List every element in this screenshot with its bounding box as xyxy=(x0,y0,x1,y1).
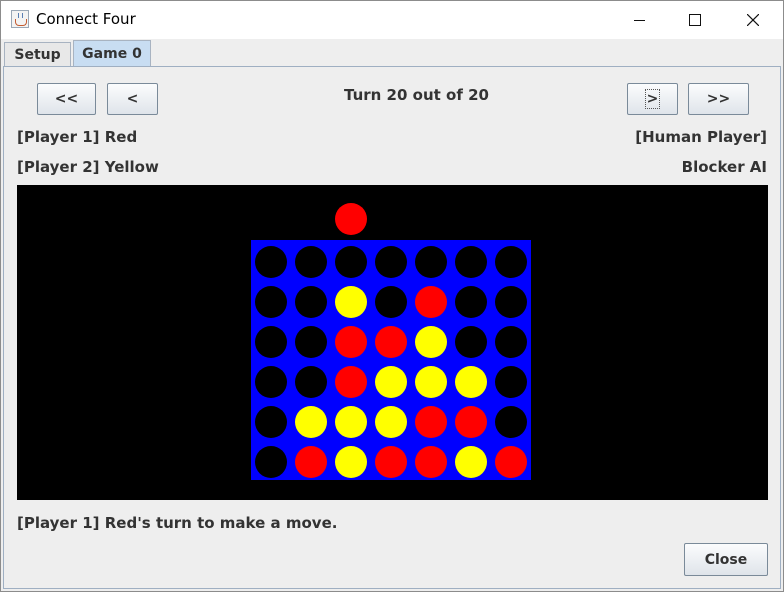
empty-slot xyxy=(375,286,407,318)
empty-slot xyxy=(255,246,287,278)
minimize-icon xyxy=(634,20,645,21)
yellow-piece xyxy=(295,406,327,438)
app-window: Connect Four Setup Game 0 << < Turn 20 o… xyxy=(0,0,784,592)
tab-game-0[interactable]: Game 0 xyxy=(73,40,151,66)
first-turn-label: << xyxy=(54,91,79,107)
tab-setup[interactable]: Setup xyxy=(4,42,71,66)
empty-slot xyxy=(455,326,487,358)
empty-slot xyxy=(255,286,287,318)
empty-slot xyxy=(295,366,327,398)
player1-label: [Player 1] Red xyxy=(17,128,138,146)
empty-slot xyxy=(375,246,407,278)
maximize-icon xyxy=(689,14,701,26)
red-piece xyxy=(375,326,407,358)
empty-slot xyxy=(255,406,287,438)
player1-type: [Human Player] xyxy=(635,128,767,146)
empty-slot xyxy=(415,246,447,278)
yellow-piece xyxy=(335,286,367,318)
close-icon xyxy=(747,14,759,26)
minimize-button[interactable] xyxy=(618,1,664,39)
last-turn-button[interactable]: >> xyxy=(688,83,749,115)
close-button-label: Close xyxy=(704,551,748,568)
title-bar[interactable]: Connect Four xyxy=(1,1,783,39)
yellow-piece xyxy=(335,406,367,438)
empty-slot xyxy=(495,286,527,318)
red-piece xyxy=(295,446,327,478)
yellow-piece xyxy=(415,326,447,358)
yellow-piece xyxy=(455,366,487,398)
red-piece xyxy=(495,446,527,478)
first-turn-button[interactable]: << xyxy=(37,83,96,115)
yellow-piece xyxy=(455,446,487,478)
yellow-piece xyxy=(335,446,367,478)
status-message: [Player 1] Red's turn to make a move. xyxy=(17,514,338,532)
window-title: Connect Four xyxy=(36,10,136,28)
red-piece xyxy=(415,406,447,438)
next-turn-label: > xyxy=(644,89,661,109)
last-turn-label: >> xyxy=(706,91,731,107)
empty-slot xyxy=(455,286,487,318)
empty-slot xyxy=(495,406,527,438)
empty-slot xyxy=(455,246,487,278)
red-piece xyxy=(415,286,447,318)
red-piece xyxy=(455,406,487,438)
next-turn-button[interactable]: > xyxy=(627,83,678,115)
hover-piece xyxy=(335,203,367,235)
close-button[interactable]: Close xyxy=(684,543,768,576)
red-piece xyxy=(335,366,367,398)
empty-slot xyxy=(295,326,327,358)
turn-counter: Turn 20 out of 20 xyxy=(344,86,489,104)
empty-slot xyxy=(335,246,367,278)
player2-type: Blocker AI xyxy=(681,158,767,176)
empty-slot xyxy=(495,366,527,398)
empty-slot xyxy=(295,246,327,278)
yellow-piece xyxy=(375,366,407,398)
yellow-piece xyxy=(415,366,447,398)
empty-slot xyxy=(255,366,287,398)
board-canvas[interactable] xyxy=(17,185,768,500)
java-cup-icon xyxy=(11,10,29,28)
empty-slot xyxy=(295,286,327,318)
previous-turn-label: < xyxy=(126,91,139,107)
empty-slot xyxy=(495,326,527,358)
previous-turn-button[interactable]: < xyxy=(107,83,158,115)
empty-slot xyxy=(495,246,527,278)
empty-slot xyxy=(255,326,287,358)
red-piece xyxy=(415,446,447,478)
red-piece xyxy=(335,326,367,358)
yellow-piece xyxy=(375,406,407,438)
board-svg[interactable] xyxy=(17,185,768,500)
red-piece xyxy=(375,446,407,478)
player2-label: [Player 2] Yellow xyxy=(17,158,159,176)
close-window-button[interactable] xyxy=(730,1,776,39)
maximize-button[interactable] xyxy=(673,1,719,39)
empty-slot xyxy=(255,446,287,478)
